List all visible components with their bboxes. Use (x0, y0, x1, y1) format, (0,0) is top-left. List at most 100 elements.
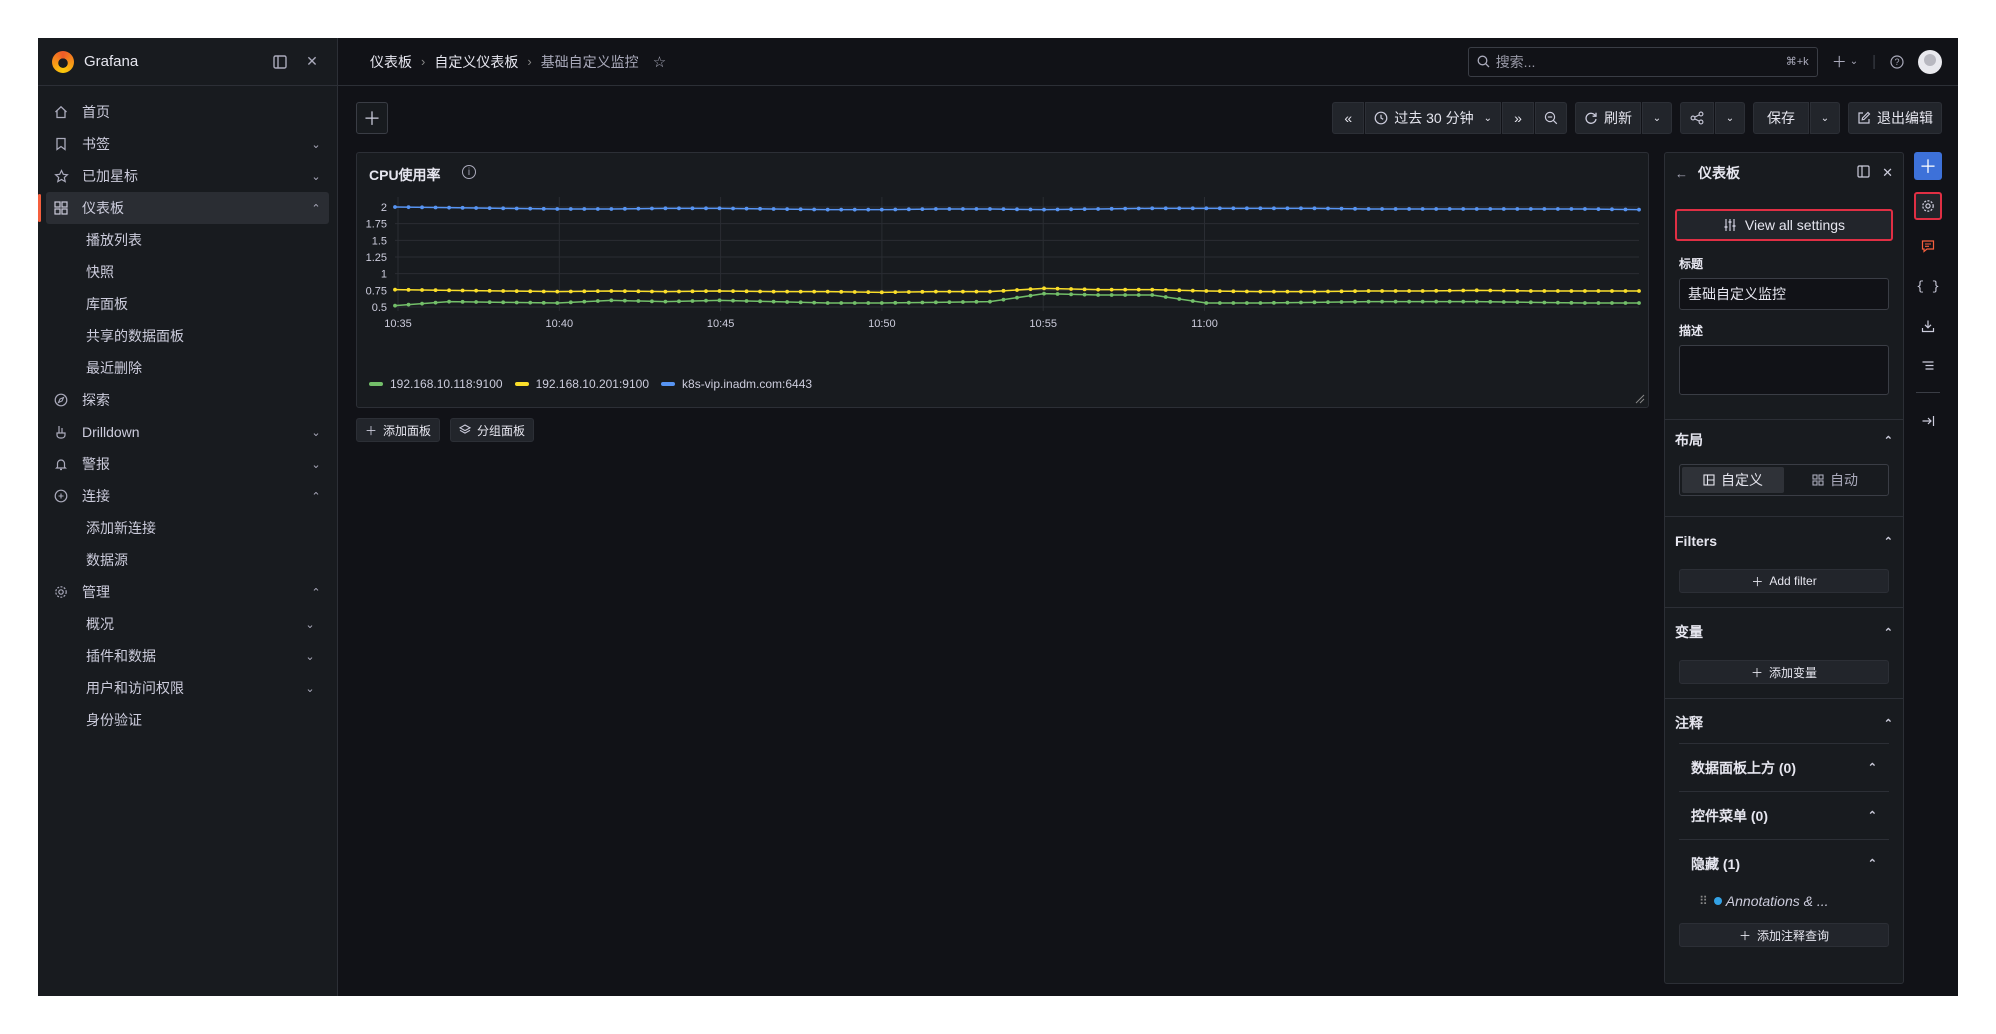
nav-sub-authentication[interactable]: 身份验证 (38, 704, 337, 736)
add-variable-button[interactable]: ＋ 添加变量 (1679, 660, 1889, 684)
add-button[interactable]: ＋ (356, 102, 388, 134)
nav-item-bookmarks[interactable]: 书签 ⌄ (46, 128, 329, 160)
annotations-hidden[interactable]: 隐藏 (1) ⌃ (1679, 839, 1889, 887)
dock-pane-icon[interactable] (1857, 165, 1870, 181)
resize-handle-icon[interactable] (1635, 394, 1645, 404)
chevron-down-icon[interactable]: ⌄ (303, 682, 317, 695)
nav-sub-add-connection[interactable]: 添加新连接 (38, 512, 337, 544)
search-bar[interactable]: ⌘+k (1467, 46, 1818, 77)
new-plus-icon[interactable]: ＋ ⌄ (1832, 51, 1858, 72)
series-point (879, 207, 884, 212)
series-point (568, 207, 573, 211)
dock-menu-icon[interactable] (269, 51, 291, 73)
annotation-item[interactable]: ⠿ Annotations & ... (1679, 887, 1889, 915)
nav-item-explore[interactable]: 探索 (46, 384, 329, 416)
group-panel-button[interactable]: 分组面板 (450, 418, 535, 442)
time-shift-forward-button[interactable]: » (1502, 102, 1534, 134)
download-icon[interactable] (1914, 312, 1942, 340)
star-icon[interactable]: ☆ (653, 53, 666, 71)
breadcrumb-dashboards[interactable]: 仪表板 (370, 52, 412, 72)
json-code-icon[interactable]: { } (1914, 272, 1942, 300)
variables-header[interactable]: 变量 ⌃ (1665, 612, 1903, 652)
refresh-button[interactable]: 刷新 (1575, 102, 1641, 134)
legend-item[interactable]: 192.168.10.201:9100 (514, 377, 649, 391)
series-point (1407, 207, 1412, 211)
annotations-header[interactable]: 注释 ⌃ (1665, 703, 1903, 743)
nav-sub-users-access[interactable]: 用户和访问权限 ⌄ (38, 672, 337, 704)
add-filter-button[interactable]: ＋ Add filter (1679, 569, 1889, 593)
save-button[interactable]: 保存 (1753, 102, 1809, 134)
info-icon[interactable]: i (462, 165, 476, 179)
series-point (704, 206, 708, 211)
search-input[interactable] (1495, 53, 1786, 70)
refresh-interval-dropdown[interactable]: ⌄ (1642, 102, 1672, 134)
nav-sub-recently-deleted[interactable]: 最近删除 (38, 352, 337, 384)
share-dropdown[interactable]: ⌄ (1715, 102, 1745, 134)
chevron-up-icon[interactable]: ⌃ (309, 202, 323, 215)
time-range-picker[interactable]: 过去 30 分钟 ⌄ (1365, 102, 1501, 134)
chevron-down-icon[interactable]: ⌄ (309, 458, 323, 471)
description-field[interactable] (1679, 345, 1889, 395)
series-point (906, 207, 911, 212)
nav-item-home[interactable]: 首页 (46, 96, 329, 128)
plus-icon: ＋ (1738, 928, 1751, 943)
layout-option-custom[interactable]: 自定义 (1682, 467, 1784, 493)
avatar[interactable] (1918, 49, 1942, 74)
nav-item-alerting[interactable]: 警报 ⌄ (46, 448, 329, 480)
annotations-above-panels[interactable]: 数据面板上方 (0) ⌃ (1679, 743, 1889, 791)
legend-item[interactable]: k8s-vip.inadm.com:6443 (661, 377, 812, 391)
series-point (974, 207, 979, 211)
nav-item-starred[interactable]: 已加星标 ⌄ (46, 160, 329, 192)
series-point (1380, 299, 1384, 304)
series-point (1610, 301, 1614, 305)
view-all-settings-button[interactable]: View all settings (1675, 209, 1893, 241)
share-button[interactable] (1680, 102, 1714, 134)
settings-gear-icon[interactable] (1914, 192, 1942, 220)
chevron-down-icon[interactable]: ⌄ (303, 650, 317, 663)
chevron-down-icon[interactable]: ⌄ (309, 138, 323, 151)
layout-option-auto[interactable]: 自动 (1784, 467, 1886, 493)
chevron-up-icon[interactable]: ⌃ (309, 586, 323, 599)
nav-sub-data-sources[interactable]: 数据源 (38, 544, 337, 576)
series-point (501, 206, 506, 211)
drag-handle-icon[interactable]: ⠿ (1699, 894, 1708, 908)
series-point (555, 207, 560, 211)
collapse-rail-icon[interactable] (1914, 407, 1942, 435)
exit-edit-button[interactable]: 退出编辑 (1848, 102, 1942, 134)
chevron-down-icon[interactable]: ⌄ (309, 170, 323, 183)
outline-list-icon[interactable] (1914, 352, 1942, 380)
legend-item[interactable]: 192.168.10.118:9100 (369, 377, 503, 391)
chevron-up-icon[interactable]: ⌃ (309, 490, 323, 503)
nav-sub-snapshots[interactable]: 快照 (38, 256, 337, 288)
nav-sub-plugins-data[interactable]: 插件和数据 ⌄ (38, 640, 337, 672)
nav-sub-playlists[interactable]: 播放列表 (38, 224, 337, 256)
arrow-left-icon[interactable]: ← (1675, 166, 1688, 181)
close-menu-icon[interactable]: ✕ (301, 51, 323, 73)
add-icon[interactable]: ＋ (1914, 152, 1942, 180)
filters-header[interactable]: Filters ⌃ (1665, 521, 1903, 561)
nav-item-dashboards[interactable]: 仪表板 ⌃ (38, 192, 329, 224)
breadcrumb-folder[interactable]: 自定义仪表板 (434, 52, 518, 72)
chevron-down-icon[interactable]: ⌄ (303, 618, 317, 631)
nav-item-drilldown[interactable]: Drilldown ⌄ (46, 416, 329, 448)
close-icon[interactable]: ✕ (1882, 165, 1893, 181)
layout-header[interactable]: 布局 ⌃ (1665, 420, 1903, 460)
chevron-down-icon[interactable]: ⌄ (309, 426, 323, 439)
add-annotation-query-button[interactable]: ＋ 添加注释查询 (1679, 923, 1889, 947)
comment-icon[interactable] (1914, 232, 1942, 260)
grafana-logo[interactable] (52, 50, 74, 73)
nav-item-administration[interactable]: 管理 ⌃ (46, 576, 329, 608)
cpu-panel[interactable]: CPU使用率 i 0.5 0.75 1 1.25 1.5 1.75 2 10:35 10:40 1… (356, 152, 1649, 408)
title-field[interactable]: 基础自定义监控 (1679, 278, 1889, 310)
save-dropdown[interactable]: ⌄ (1810, 102, 1840, 134)
nav-sub-library-panels[interactable]: 库面板 (38, 288, 337, 320)
help-icon[interactable]: ? (1890, 54, 1904, 69)
nav-item-connections[interactable]: 连接 ⌃ (46, 480, 329, 512)
nav-sub-shared-dashboards[interactable]: 共享的数据面板 (38, 320, 337, 352)
time-shift-back-button[interactable]: « (1332, 102, 1365, 134)
add-panel-button[interactable]: ＋ 添加面板 (356, 418, 441, 442)
annotations-controls-menu[interactable]: 控件菜单 (0) ⌃ (1679, 791, 1889, 839)
zoom-out-button[interactable] (1535, 102, 1567, 134)
nav-sub-general[interactable]: 概况 ⌄ (38, 608, 337, 640)
series-point (622, 206, 627, 211)
